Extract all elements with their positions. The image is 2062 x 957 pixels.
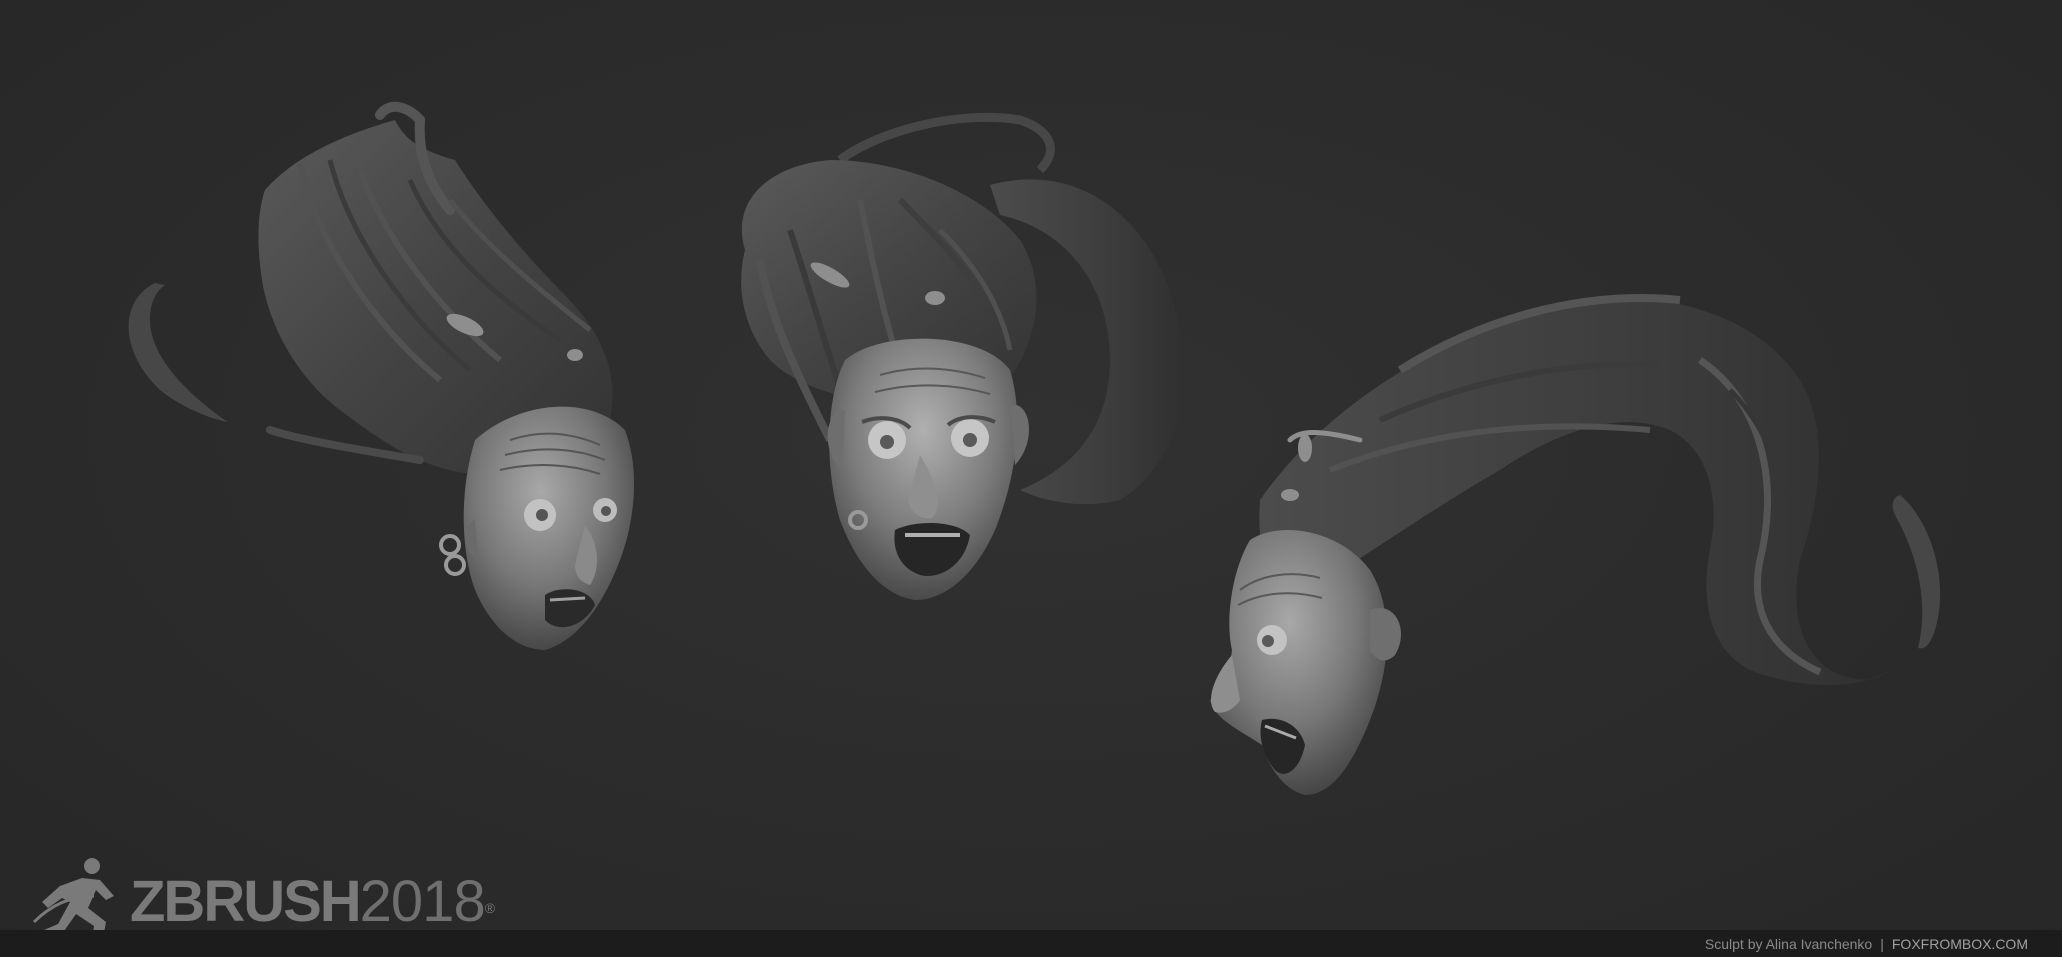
sculpt-head-center	[741, 112, 1185, 600]
logo-brand: ZBRUSH	[130, 869, 362, 934]
zbrush-wordmark: ZBRUSH2018®	[130, 869, 495, 934]
logo-registered-mark: ®	[484, 900, 495, 916]
sculpt-renders	[128, 101, 1941, 795]
sculpt-head-right	[1210, 294, 1941, 795]
hair-strand-left	[128, 283, 228, 422]
credit-author: Sculpt by Alina Ivanchenko	[1704, 936, 1873, 952]
render-viewport: ZBRUSH2018® Sculpt by Alina Ivanchenko | F…	[0, 0, 2062, 957]
credit-separator: |	[1880, 936, 1884, 952]
sculpt-head-left	[128, 101, 635, 650]
logo-year: 2018	[359, 869, 486, 934]
footer-bar: Sculpt by Alina Ivanchenko | FOXFROMBOX.CO…	[0, 930, 2062, 957]
footer-credit: Sculpt by Alina Ivanchenko | FOXFROMBOX.CO…	[1705, 935, 2028, 953]
credit-site: FOXFROMBOX.COM	[1891, 936, 2028, 952]
